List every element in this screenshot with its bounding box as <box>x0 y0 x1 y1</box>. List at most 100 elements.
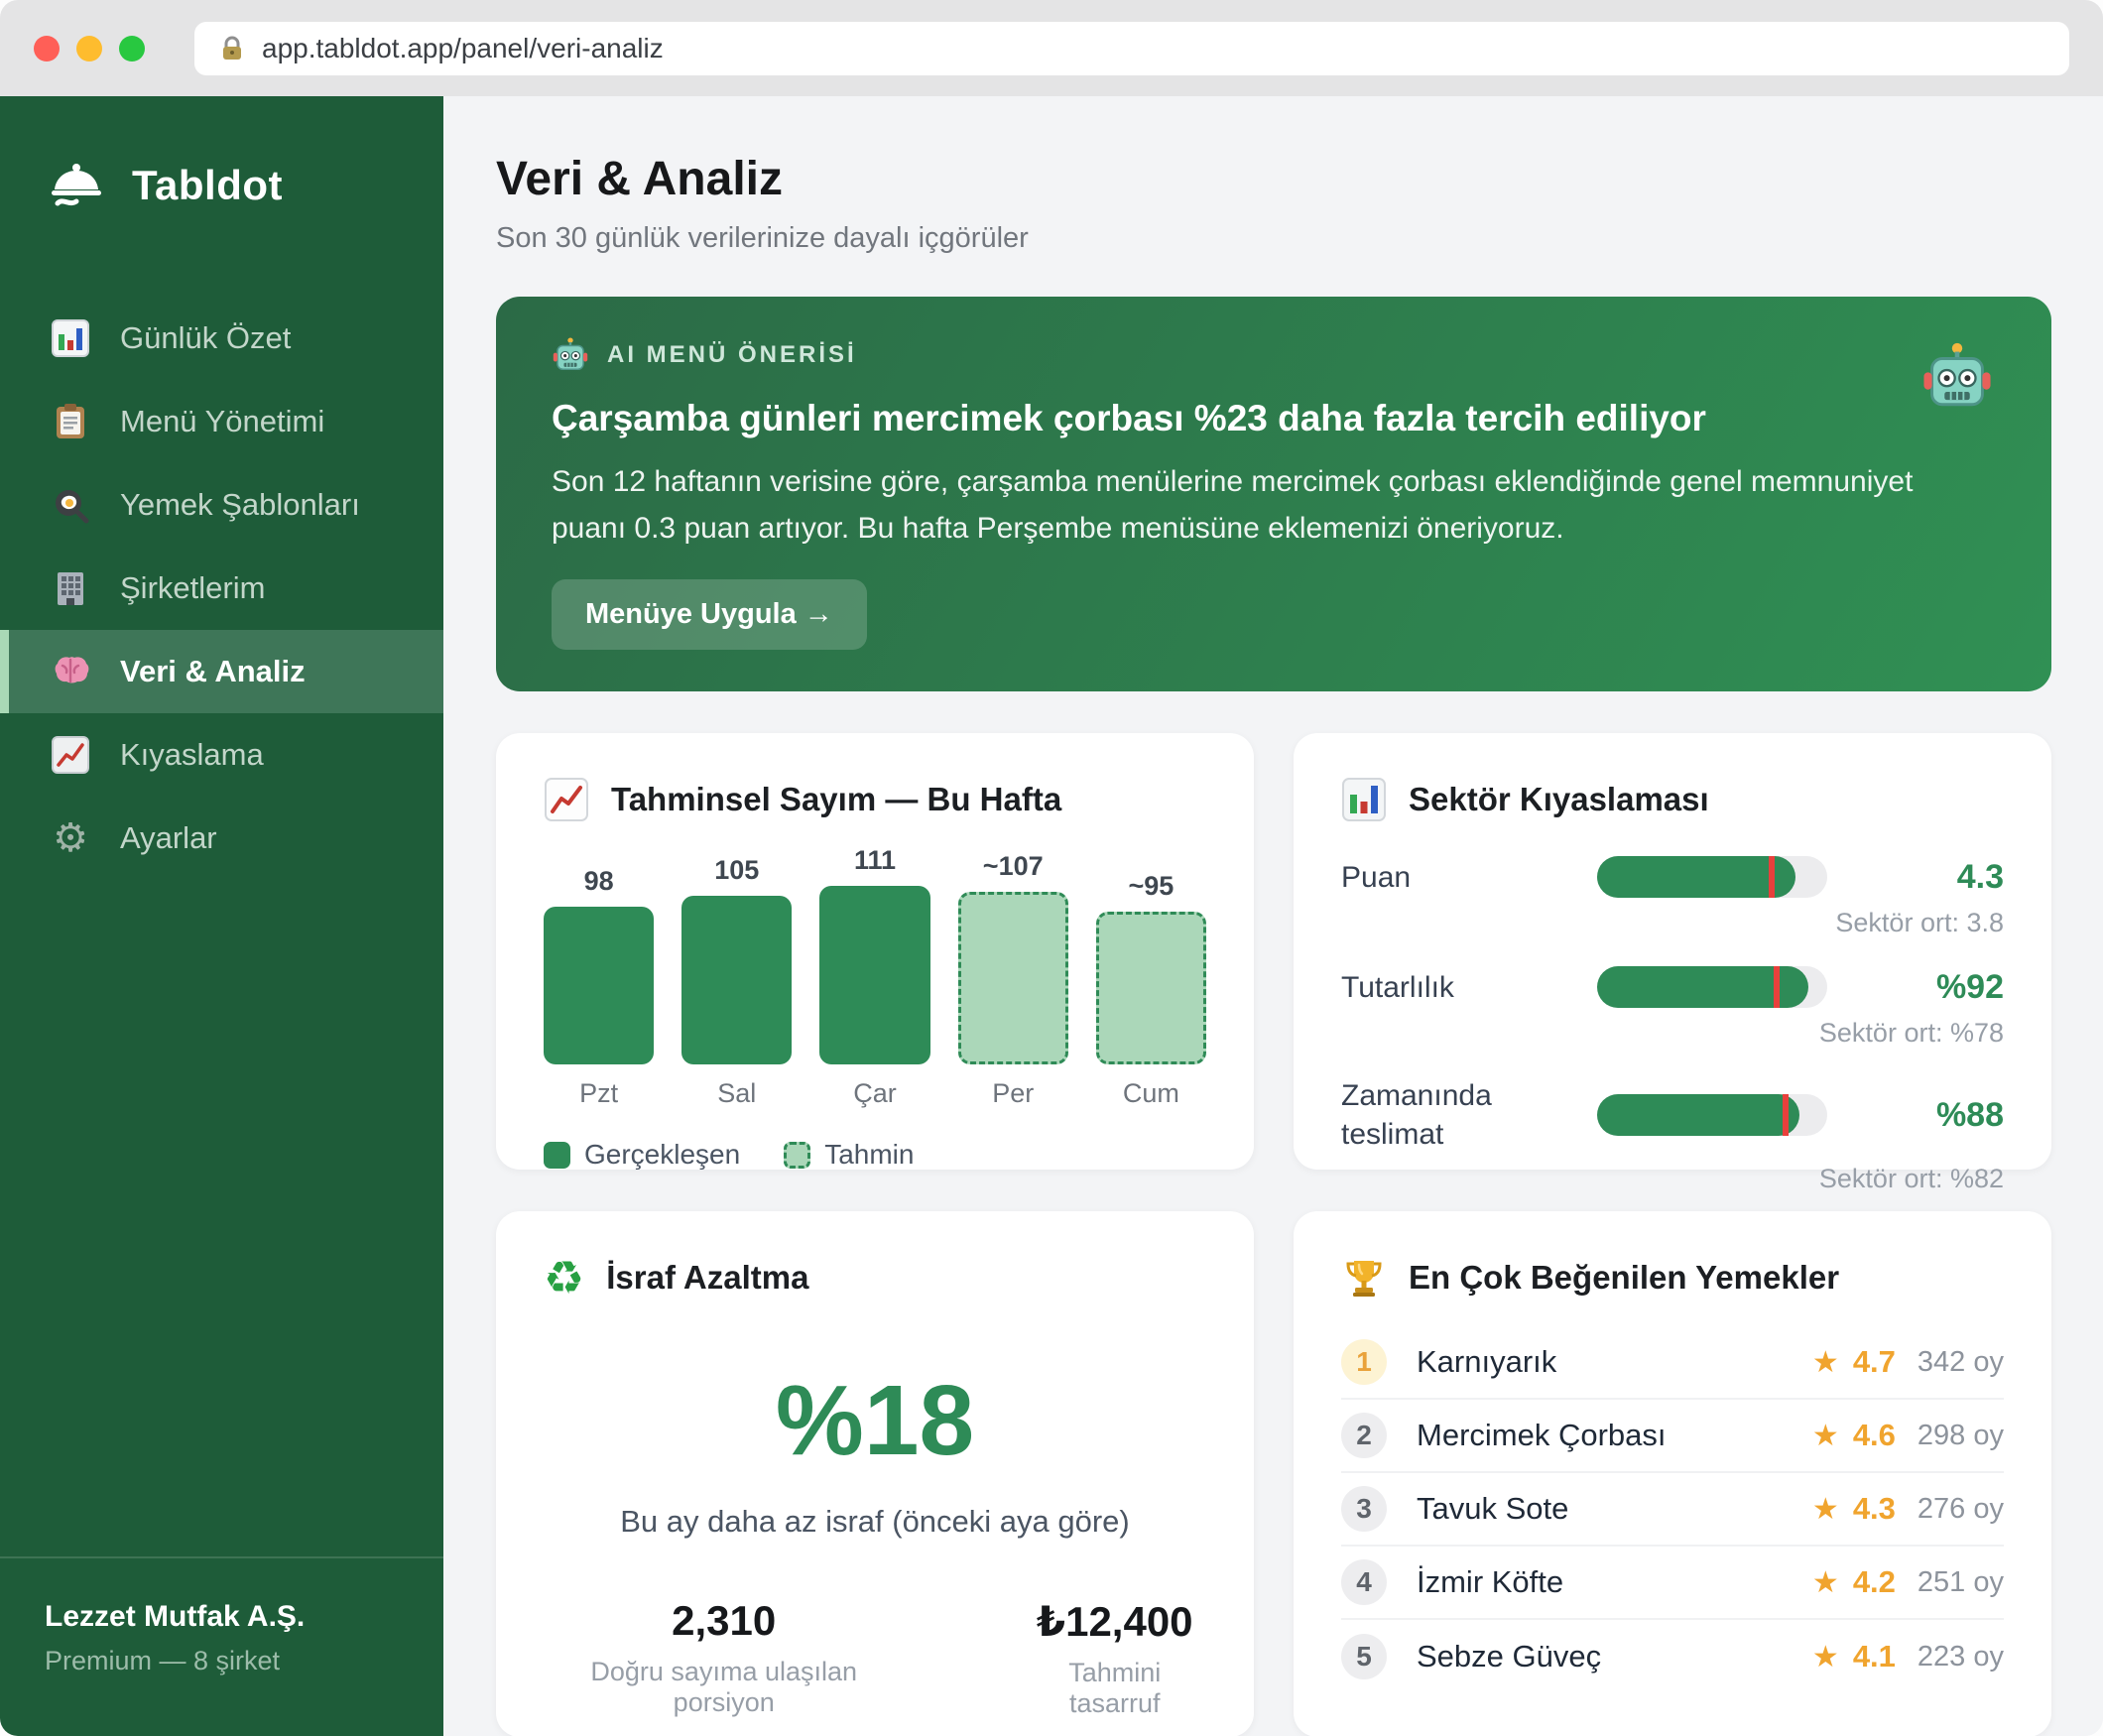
star-icon: ★ <box>1812 1565 1839 1600</box>
metric-label: Puan <box>1341 858 1569 897</box>
metric-value: %88 <box>1855 1096 2004 1135</box>
minimize-window-button[interactable] <box>76 36 102 62</box>
brand-name: Tabldot <box>132 162 283 209</box>
benchmark-row-zamaninda-teslimat: Zamanında teslimat %88 <box>1341 1076 2004 1154</box>
bar-value-label: 98 <box>544 866 654 897</box>
bar-value-label: ~107 <box>958 851 1068 882</box>
sector-average-label: Sektör ort: %78 <box>1341 1018 2004 1049</box>
dish-votes: 251 oy <box>1917 1566 2004 1599</box>
sidebar-item-kiyaslama[interactable]: Kıyaslama <box>0 713 443 797</box>
sidebar-item-gunluk-ozet[interactable]: Günlük Özet <box>0 297 443 380</box>
bar-day-label: Çar <box>819 1078 929 1109</box>
sidebar-item-label: Ayarlar <box>120 820 217 856</box>
stat-savings: ₺12,400 Tahmini tasarruf <box>1023 1597 1206 1719</box>
legend-forecast: Tahmin <box>784 1139 914 1171</box>
star-icon: ★ <box>1812 1419 1839 1453</box>
bar-day-label: Sal <box>681 1078 792 1109</box>
stat-portions: 2,310 Doğru sayıma ulaşılan porsiyon <box>544 1597 904 1719</box>
top-dishes-card: En Çok Beğenilen Yemekler 1 Karnıyarık ★… <box>1294 1211 2051 1736</box>
rank-badge: 5 <box>1341 1634 1387 1679</box>
ai-suggestion-banner: AI MENÜ ÖNERİSİ Çarşamba günleri mercime… <box>496 297 2051 691</box>
waste-caption: Bu ay daha az israf (önceki aya göre) <box>544 1504 1206 1540</box>
banner-title: Çarşamba günleri mercimek çorbası %23 da… <box>552 398 1996 439</box>
bar-forecast <box>1096 912 1206 1064</box>
sidebar-item-veri-analiz[interactable]: Veri & Analiz <box>0 630 443 713</box>
rank-badge: 4 <box>1341 1559 1387 1605</box>
dish-row: 1 Karnıyarık ★ 4.7 342 oy <box>1341 1326 2004 1400</box>
url-input[interactable] <box>262 33 2045 64</box>
rank-badge: 1 <box>1341 1339 1387 1385</box>
cloche-logo-icon <box>45 154 108 217</box>
address-bar[interactable] <box>194 22 2069 75</box>
dish-rating: 4.3 <box>1853 1491 1896 1527</box>
recycle-icon: ♻ <box>544 1255 584 1301</box>
sidebar-item-label: Kıyaslama <box>120 737 264 773</box>
benchmark-card: Sektör Kıyaslaması Puan 4.3 Sektör ort: … <box>1294 733 2051 1170</box>
sidebar-item-sirketlerim[interactable]: Şirketlerim <box>0 547 443 630</box>
rank-badge: 2 <box>1341 1413 1387 1458</box>
legend-actual-swatch <box>544 1142 570 1169</box>
browser-chrome <box>0 0 2103 96</box>
dish-rating: 4.6 <box>1853 1418 1896 1453</box>
trophy-icon <box>1341 1255 1387 1301</box>
robot-icon-large <box>1920 340 1994 419</box>
sector-average-label: Sektör ort: %82 <box>1341 1164 2004 1194</box>
dish-name: Karnıyarık <box>1417 1344 1556 1380</box>
benchmark-row-tutarlilik: Tutarlılık %92 <box>1341 966 2004 1008</box>
dish-list: 1 Karnıyarık ★ 4.7 342 oy 2 Mercimek Çor… <box>1341 1326 2004 1693</box>
sidebar-nav: Günlük Özet Menü Yönetimi Yemek Şablonla… <box>0 297 443 880</box>
banner-eyebrow: AI MENÜ ÖNERİSİ <box>607 341 857 369</box>
maximize-window-button[interactable] <box>119 36 145 62</box>
benchmark-row-puan: Puan 4.3 <box>1341 856 2004 898</box>
brain-icon <box>49 650 92 693</box>
legend-forecast-swatch <box>784 1142 810 1169</box>
bar-chart-icon <box>49 316 92 360</box>
waste-reduction-card: ♻ İsraf Azaltma %18 Bu ay daha az israf … <box>496 1211 1254 1736</box>
bar-value-label: 105 <box>681 855 792 886</box>
benchmark-card-title: Sektör Kıyaslaması <box>1409 781 1709 818</box>
dish-name: İzmir Köfte <box>1417 1564 1563 1600</box>
legend-forecast-label: Tahmin <box>824 1139 914 1171</box>
bar-forecast <box>958 892 1068 1064</box>
dish-name: Tavuk Sote <box>1417 1491 1568 1527</box>
dish-rating: 4.1 <box>1853 1639 1896 1674</box>
progress-track <box>1597 856 1827 898</box>
banner-body: Son 12 haftanın verisine göre, çarşamba … <box>552 459 1970 552</box>
stat-value: 2,310 <box>544 1597 904 1645</box>
page-subtitle: Son 30 günlük verilerinize dayalı içgörü… <box>496 222 2051 255</box>
sector-average-label: Sektör ort: 3.8 <box>1341 908 2004 938</box>
forecast-bar-chart: 98 Pzt 105 Sal <box>544 840 1206 1109</box>
plan-label: Premium — 8 şirket <box>45 1646 399 1676</box>
bar-group-pzt: 98 Pzt <box>544 840 654 1109</box>
bar-day-label: Per <box>958 1078 1068 1109</box>
building-icon <box>49 566 92 610</box>
legend-actual-label: Gerçekleşen <box>584 1139 740 1171</box>
bar-actual <box>681 896 792 1064</box>
sector-average-marker <box>1783 1094 1789 1136</box>
bar-value-label: ~95 <box>1096 871 1206 902</box>
dish-votes: 223 oy <box>1917 1641 2004 1674</box>
clipboard-icon <box>49 400 92 443</box>
chart-line-icon <box>544 777 589 822</box>
star-icon: ★ <box>1812 1345 1839 1380</box>
company-name: Lezzet Mutfak A.Ş. <box>45 1600 399 1634</box>
metric-value: %92 <box>1855 968 2004 1007</box>
dish-rating: 4.2 <box>1853 1564 1896 1600</box>
stat-value: ₺12,400 <box>1023 1597 1206 1646</box>
sidebar-item-label: Yemek Şablonları <box>120 487 360 523</box>
sidebar-item-label: Şirketlerim <box>120 570 265 606</box>
dish-name: Mercimek Çorbası <box>1417 1418 1667 1453</box>
sidebar-item-menu-yonetimi[interactable]: Menü Yönetimi <box>0 380 443 463</box>
sidebar-item-yemek-sablonlari[interactable]: Yemek Şablonları <box>0 463 443 547</box>
account-summary: Lezzet Mutfak A.Ş. Premium — 8 şirket <box>0 1556 443 1736</box>
apply-to-menu-button[interactable]: Menüye Uygula → <box>552 579 867 650</box>
sidebar-item-ayarlar[interactable]: ⚙ Ayarlar <box>0 797 443 880</box>
close-window-button[interactable] <box>34 36 60 62</box>
dish-rating: 4.7 <box>1853 1344 1896 1380</box>
browser-window: Tabldot Günlük Özet Menü Yönetimi <box>0 0 2103 1736</box>
metric-value: 4.3 <box>1855 858 2004 897</box>
bar-group-per: ~107 Per <box>958 840 1068 1109</box>
waste-card-title: İsraf Azaltma <box>606 1259 808 1297</box>
benchmark-rows: Puan 4.3 Sektör ort: 3.8 Tutarlılık <box>1341 856 2004 1194</box>
dish-votes: 298 oy <box>1917 1420 2004 1452</box>
